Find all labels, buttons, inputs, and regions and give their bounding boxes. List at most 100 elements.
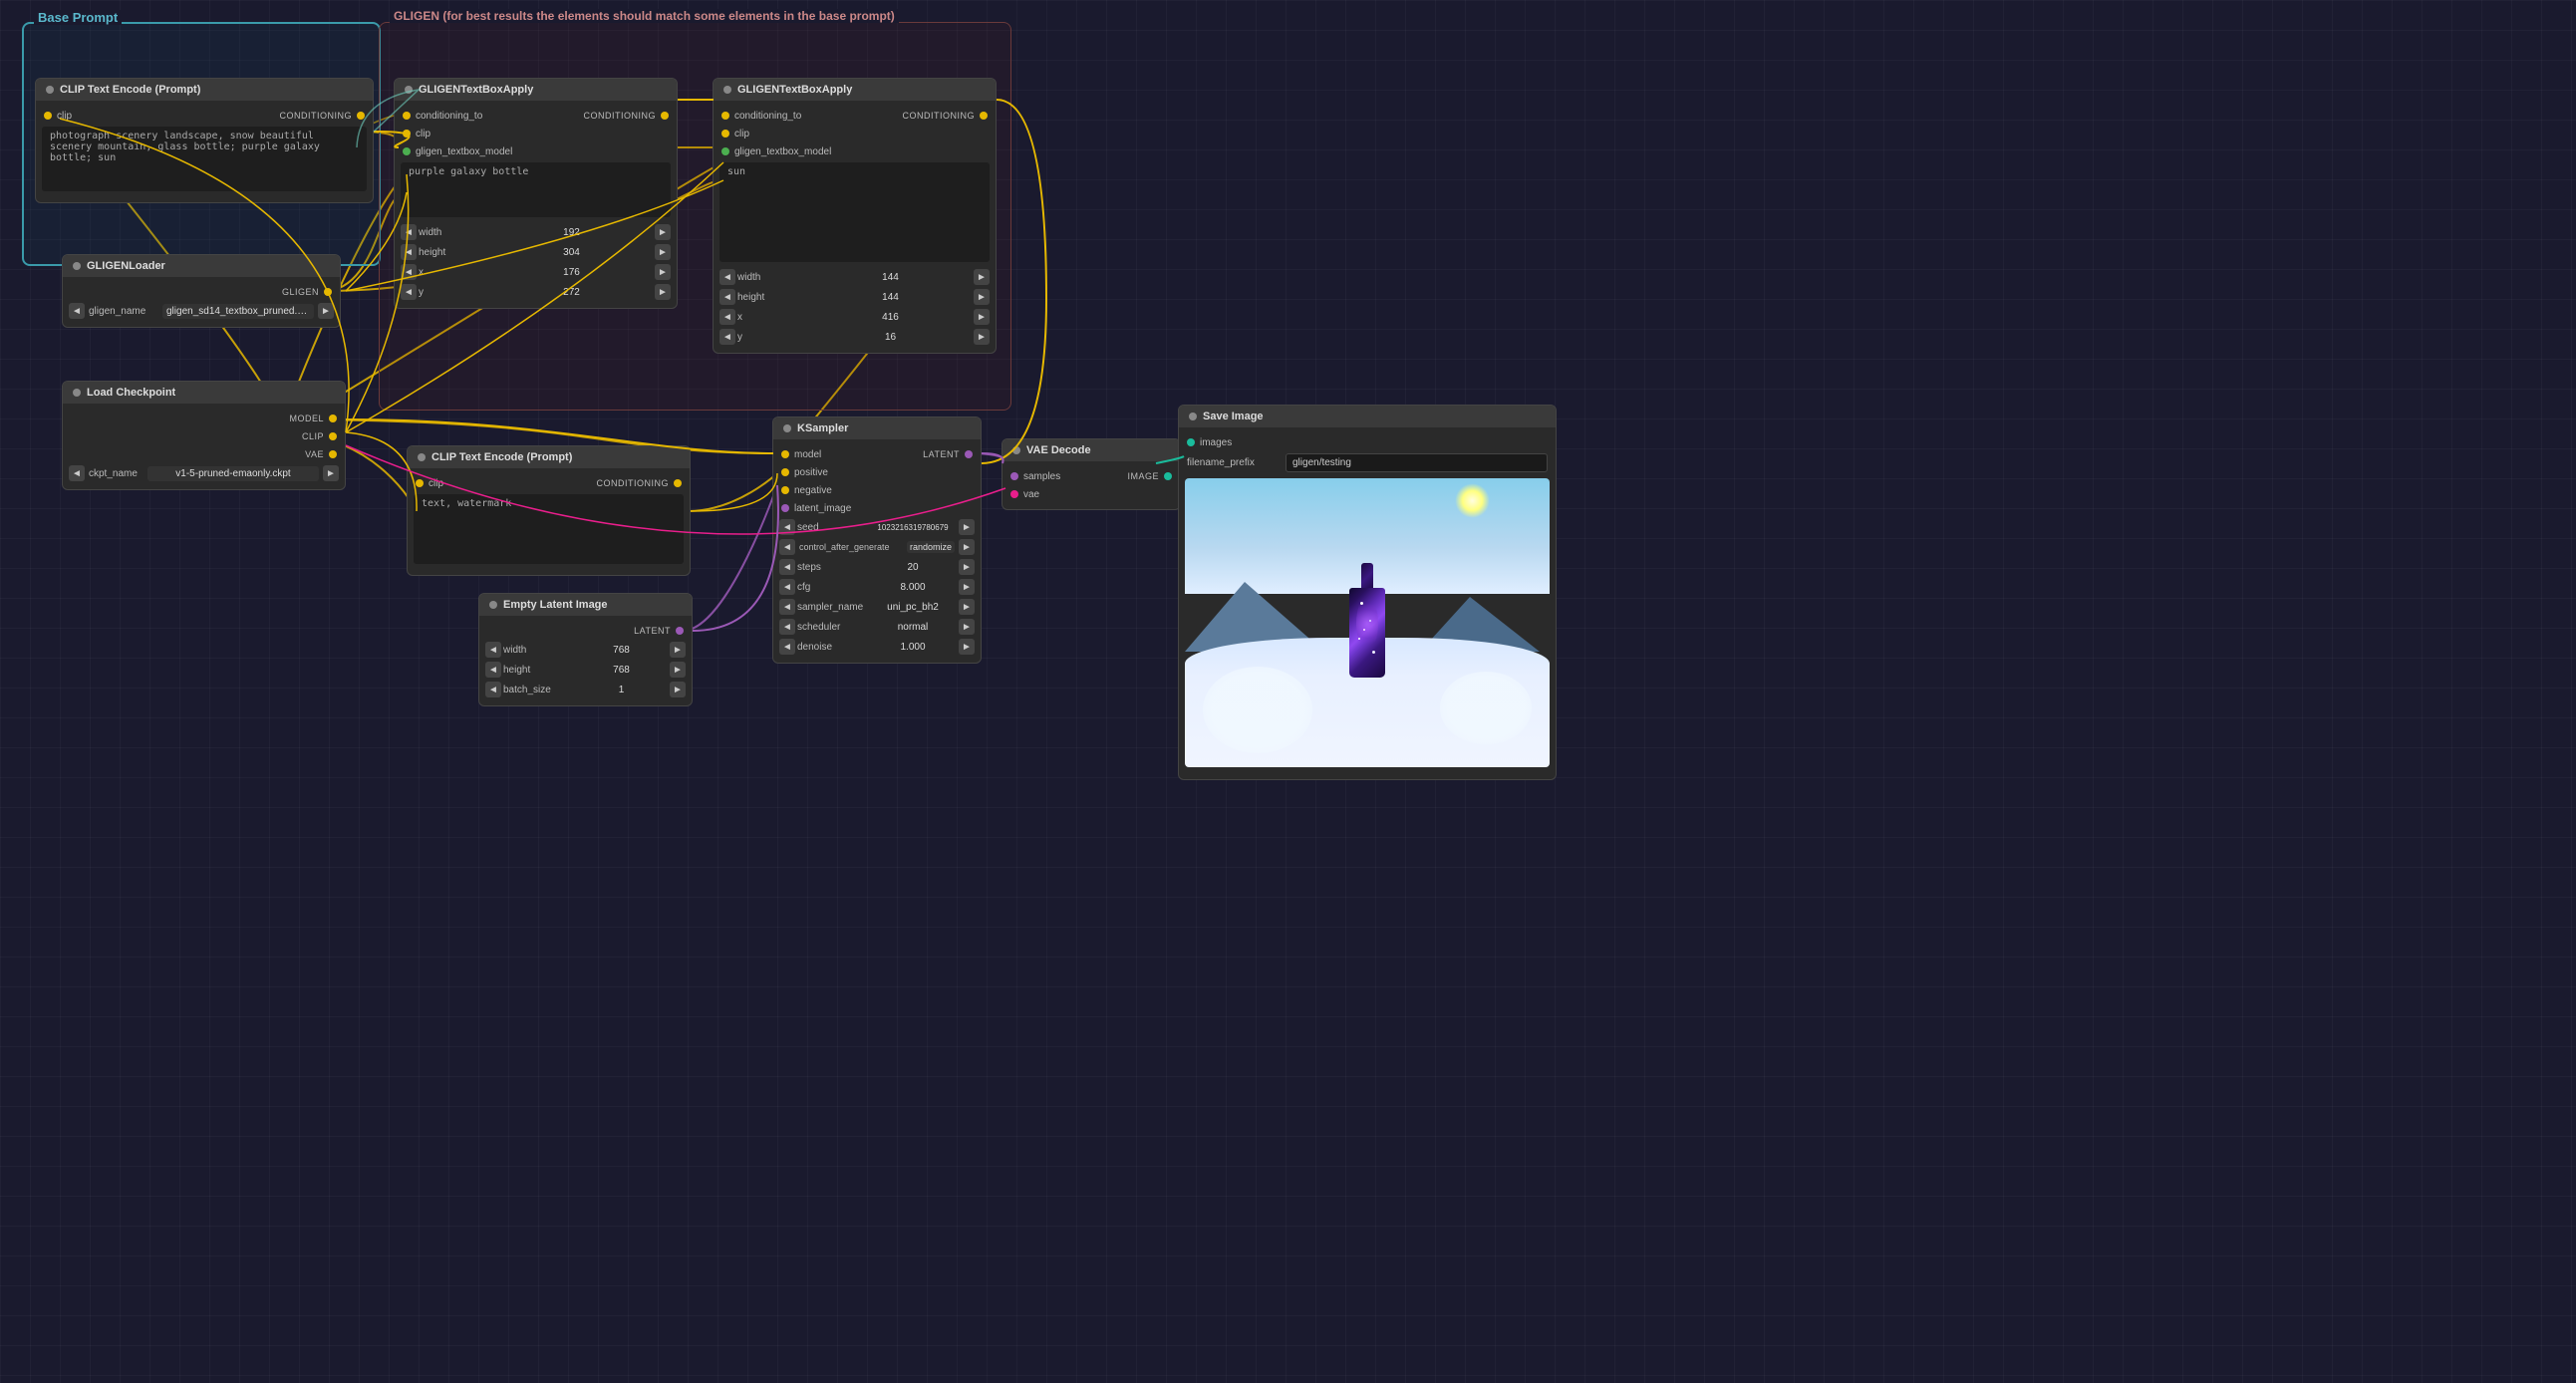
vae-vae-in-label: vae [1023,489,1039,500]
cond-out-port2[interactable] [980,112,988,120]
y-next-btn2[interactable]: ► [974,329,990,345]
x-next-btn1[interactable]: ► [655,264,671,280]
conditioning-out-port[interactable] [357,112,365,120]
ks-negative-row: negative [773,481,981,499]
x-prev-btn1[interactable]: ◄ [401,264,417,280]
height-label1: height [419,247,488,258]
clip-in-port1[interactable] [403,130,411,138]
clip-in-row1: clip [395,125,677,142]
node-dot2 [73,262,81,270]
clip-text-encode-base-node: CLIP Text Encode (Prompt) clip CONDITION… [35,78,374,203]
filename-prefix-input[interactable] [1286,453,1548,472]
save-images-in-port[interactable] [1187,438,1195,446]
ckpt-prev-btn[interactable]: ◄ [69,465,85,481]
latent-out-port[interactable] [676,627,684,635]
y-prev-btn2[interactable]: ◄ [719,329,735,345]
gligen-text-1[interactable]: purple galaxy bottle [401,162,671,217]
clip-out-port[interactable] [329,432,337,440]
ks-steps-prev[interactable]: ◄ [779,559,795,575]
height-prev-btn2[interactable]: ◄ [719,289,735,305]
vae-samples-in-port[interactable] [1010,472,1018,480]
y-val2: 16 [809,332,972,343]
y-row2: ◄ y 16 ► [714,327,996,347]
y-next-btn1[interactable]: ► [655,284,671,300]
ks-cfg-prev[interactable]: ◄ [779,579,795,595]
gligen-model-in-label2: gligen_textbox_model [734,146,831,157]
ks-control-next[interactable]: ► [959,539,975,555]
x-prev-btn2[interactable]: ◄ [719,309,735,325]
node-dot7 [489,601,497,609]
bottle-container [1347,563,1387,683]
cond-to-in-port2[interactable] [721,112,729,120]
gligen-name-prev-btn[interactable]: ◄ [69,303,85,319]
lat-width-next[interactable]: ► [670,642,686,658]
height-val2: 144 [809,292,972,303]
ks-model-in-port[interactable] [781,450,789,458]
lat-batch-val: 1 [575,685,668,695]
base-prompt-text[interactable]: photograph scenery landscape, snow beaut… [42,127,367,191]
lat-width-row: ◄ width 768 ► [479,640,692,660]
gligen-name-next-btn[interactable]: ► [318,303,334,319]
ks-control-prev[interactable]: ◄ [779,539,795,555]
ks-denoise-val: 1.000 [869,642,957,653]
width-next-btn2[interactable]: ► [974,269,990,285]
gligen-name-value[interactable]: gligen_sd14_textbox_pruned.safetensors [162,304,314,319]
gligen-out-port[interactable] [324,288,332,296]
lat-height-val: 768 [575,665,668,676]
cond-to-in-port1[interactable] [403,112,411,120]
clip-text-encode-neg-title: CLIP Text Encode (Prompt) [431,451,572,463]
lat-height-next[interactable]: ► [670,662,686,678]
ks-cfg-next[interactable]: ► [959,579,975,595]
clip-in-port[interactable] [44,112,52,120]
height-next-btn1[interactable]: ► [655,244,671,260]
lat-batch-next[interactable]: ► [670,682,686,697]
ks-sched-next[interactable]: ► [959,619,975,635]
gligen-text-2[interactable]: sun [719,162,990,262]
ks-steps-next[interactable]: ► [959,559,975,575]
lat-batch-prev[interactable]: ◄ [485,682,501,697]
ckpt-value[interactable]: v1-5-pruned-emaonly.ckpt [147,466,319,481]
vae-image-out-port[interactable] [1164,472,1172,480]
neg-prompt-text[interactable]: text, watermark [414,494,684,564]
height-next-btn2[interactable]: ► [974,289,990,305]
x-next-btn2[interactable]: ► [974,309,990,325]
model-out-port[interactable] [329,415,337,422]
gligen-textbox-1-node: GLIGENTextBoxApply conditioning_to CONDI… [394,78,678,309]
clip-in-port2[interactable] [721,130,729,138]
ckpt-name-row: ◄ ckpt_name v1-5-pruned-emaonly.ckpt ► [63,463,345,483]
ks-negative-port[interactable] [781,486,789,494]
ckpt-next-btn[interactable]: ► [323,465,339,481]
vae-vae-in-port[interactable] [1010,490,1018,498]
width-row1: ◄ width 192 ► [395,222,677,242]
ks-sched-prev[interactable]: ◄ [779,619,795,635]
ks-sampler-prev[interactable]: ◄ [779,599,795,615]
ks-sampler-next[interactable]: ► [959,599,975,615]
lat-height-prev[interactable]: ◄ [485,662,501,678]
cond-out-port1[interactable] [661,112,669,120]
gligen-model-in-port1[interactable] [403,147,411,155]
width-prev-btn1[interactable]: ◄ [401,224,417,240]
ks-denoise-row: ◄ denoise 1.000 ► [773,637,981,657]
vae-out-port[interactable] [329,450,337,458]
ks-seed-prev[interactable]: ◄ [779,519,795,535]
lat-batch-label: batch_size [503,685,573,695]
width-next-btn1[interactable]: ► [655,224,671,240]
lat-width-prev[interactable]: ◄ [485,642,501,658]
y-prev-btn1[interactable]: ◄ [401,284,417,300]
gligen-model-in-port2[interactable] [721,147,729,155]
ks-control-label: control_after_generate [799,542,903,552]
lat-height-label: height [503,665,573,676]
y-row1: ◄ y 272 ► [395,282,677,302]
ks-denoise-next[interactable]: ► [959,639,975,655]
cond-out-label2: CONDITIONING [903,111,976,121]
ks-latent-out-port[interactable] [965,450,973,458]
ks-denoise-prev[interactable]: ◄ [779,639,795,655]
cond-neg-out-port[interactable] [674,479,682,487]
ks-steps-label: steps [797,562,867,573]
ks-seed-next[interactable]: ► [959,519,975,535]
height-prev-btn1[interactable]: ◄ [401,244,417,260]
clip-neg-in-port[interactable] [416,479,424,487]
ks-latent-in-port[interactable] [781,504,789,512]
ks-positive-port[interactable] [781,468,789,476]
width-prev-btn2[interactable]: ◄ [719,269,735,285]
